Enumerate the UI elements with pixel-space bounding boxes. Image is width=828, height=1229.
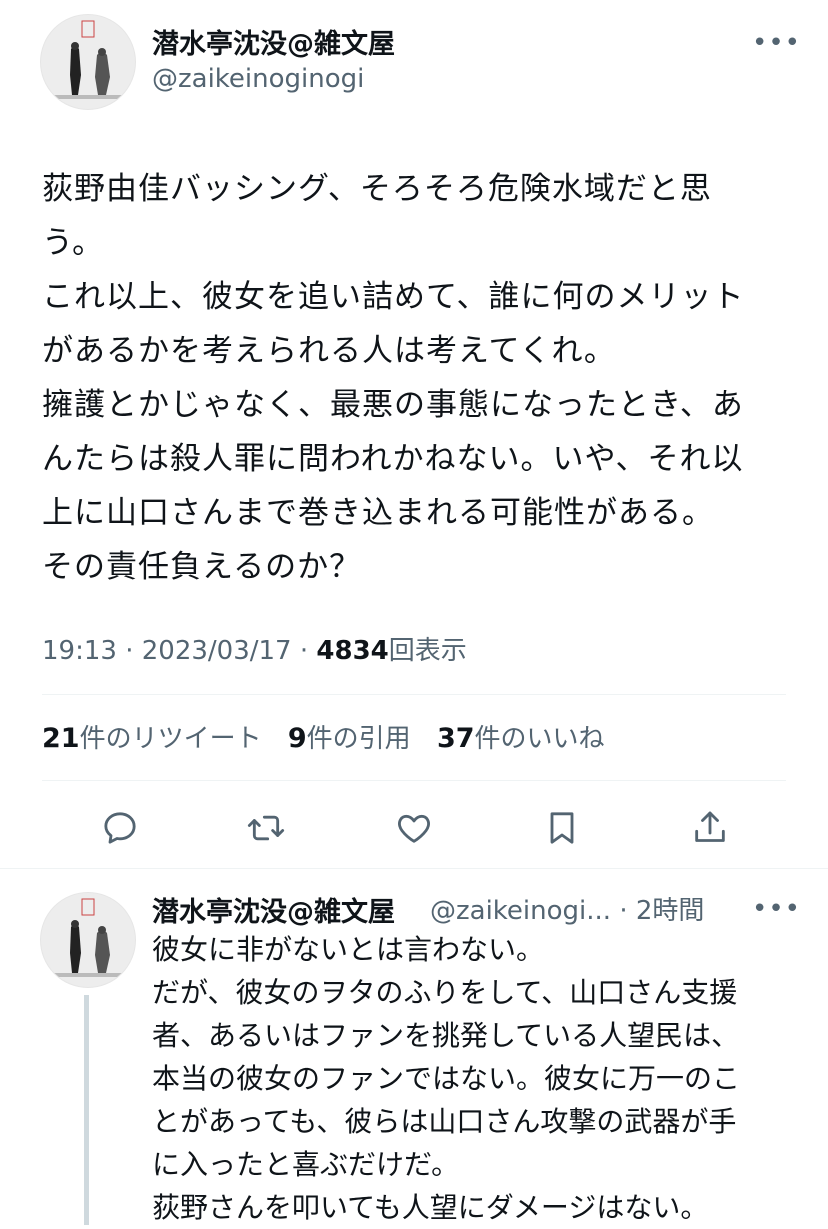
author-avatar[interactable] bbox=[40, 14, 136, 110]
tweet-text-line: 上に山口さんまで巻き込まれる可能性がある。 bbox=[42, 495, 714, 531]
tweet-text-line: 荻野由佳バッシング、そろそろ危険水域だと思 bbox=[42, 171, 712, 207]
reply-text-line: 荻野さんを叩いても人望にダメージはない。 bbox=[152, 1191, 709, 1224]
quotes-label: 件の引用 bbox=[306, 724, 411, 754]
tweet-time[interactable]: 19:13 bbox=[42, 636, 117, 666]
reply-text-line: に入ったと喜ぶだけだ。 bbox=[152, 1148, 460, 1181]
likes-count: 37 bbox=[436, 723, 475, 754]
reply-handle-text[interactable]: @zaikeinogi... bbox=[430, 896, 611, 926]
tweet-date[interactable]: 2023/03/17 bbox=[142, 636, 292, 666]
reply-text-line: 本当の彼女のファンではない。彼女に万一のこ bbox=[152, 1062, 741, 1095]
reply-text-line: 彼女に非がないとは言わない。 bbox=[152, 933, 545, 966]
tweet-text-line: う。 bbox=[42, 225, 105, 261]
tweet-meta: 19:13 · 2023/03/17 · 4834回表示 bbox=[42, 630, 467, 667]
share-icon bbox=[695, 811, 725, 842]
reply-button[interactable] bbox=[92, 800, 148, 856]
share-button[interactable] bbox=[682, 800, 738, 856]
meta-separator: · bbox=[125, 636, 134, 666]
reply-author-handle: @zaikeinogi... · 2時間 bbox=[430, 890, 704, 927]
reply-text: 彼女に非がないとは言わない。 だが、彼女のヲタのふりをして、山口さん支援 者、あ… bbox=[152, 928, 802, 1229]
retweets-stat[interactable]: 21件のリツイート bbox=[42, 723, 262, 754]
reply-text-line: 者、あるいはファンを挑発している人望民は、 bbox=[152, 1019, 740, 1052]
tweet-text-line: んたらは殺人罪に問われかねない。いや、それ以 bbox=[42, 441, 744, 477]
action-bar bbox=[0, 800, 828, 856]
reply-time[interactable]: 2時間 bbox=[636, 896, 705, 926]
views-label: 回表示 bbox=[388, 636, 467, 666]
tweet-text-line: これ以上、彼女を追い詰めて、誰に何のメリット bbox=[42, 279, 745, 315]
quotes-stat[interactable]: 9件の引用 bbox=[287, 723, 411, 754]
section-separator bbox=[0, 868, 828, 869]
divider bbox=[42, 780, 786, 781]
bookmark-icon bbox=[550, 812, 574, 844]
more-options-icon[interactable]: ••• bbox=[752, 28, 801, 58]
reply-icon bbox=[104, 812, 136, 844]
likes-stat[interactable]: 37件のいいね bbox=[436, 723, 605, 754]
retweet-icon bbox=[247, 815, 285, 841]
quotes-count: 9 bbox=[287, 723, 307, 754]
reply-text-line: だが、彼女のヲタのふりをして、山口さん支援 bbox=[152, 976, 738, 1009]
divider bbox=[42, 694, 786, 695]
retweets-label: 件のリツイート bbox=[79, 724, 262, 754]
author-name[interactable]: 潜水亭沈没@雑文屋 bbox=[152, 22, 395, 61]
retweets-count: 21 bbox=[42, 723, 80, 754]
reply-text-line: とがあっても、彼らは山口さん攻撃の武器が手 bbox=[152, 1105, 737, 1138]
author-handle[interactable]: @zaikeinoginogi bbox=[152, 64, 364, 94]
tweet-text-line: その責任負えるのか？ bbox=[42, 549, 362, 585]
thread-line bbox=[84, 995, 89, 1225]
tweet-text: 荻野由佳バッシング、そろそろ危険水域だと思 う。 これ以上、彼女を追い詰めて、誰… bbox=[42, 162, 802, 594]
tweet-text-line: 擁護とかじゃなく、最悪の事態になったとき、あ bbox=[42, 387, 744, 423]
retweet-button[interactable] bbox=[238, 800, 294, 856]
bookmark-button[interactable] bbox=[534, 800, 590, 856]
reply-author-name[interactable]: 潜水亭沈没@雑文屋 bbox=[152, 890, 395, 929]
like-icon bbox=[398, 814, 430, 843]
tweet-text-line: があるかを考えられる人は考えてくれ。 bbox=[42, 333, 616, 369]
likes-label: 件のいいね bbox=[474, 724, 605, 754]
avatar-photo bbox=[41, 893, 135, 987]
meta-separator: · bbox=[619, 896, 628, 926]
avatar-photo bbox=[41, 15, 135, 109]
engagement-stats: 21件のリツイート 9件の引用 37件のいいね bbox=[42, 718, 623, 755]
reply-author-avatar[interactable] bbox=[40, 892, 136, 988]
like-button[interactable] bbox=[386, 800, 442, 856]
views-count: 4834 bbox=[316, 636, 389, 666]
reply-more-options-icon[interactable]: ••• bbox=[752, 894, 801, 924]
meta-separator: · bbox=[299, 636, 309, 666]
